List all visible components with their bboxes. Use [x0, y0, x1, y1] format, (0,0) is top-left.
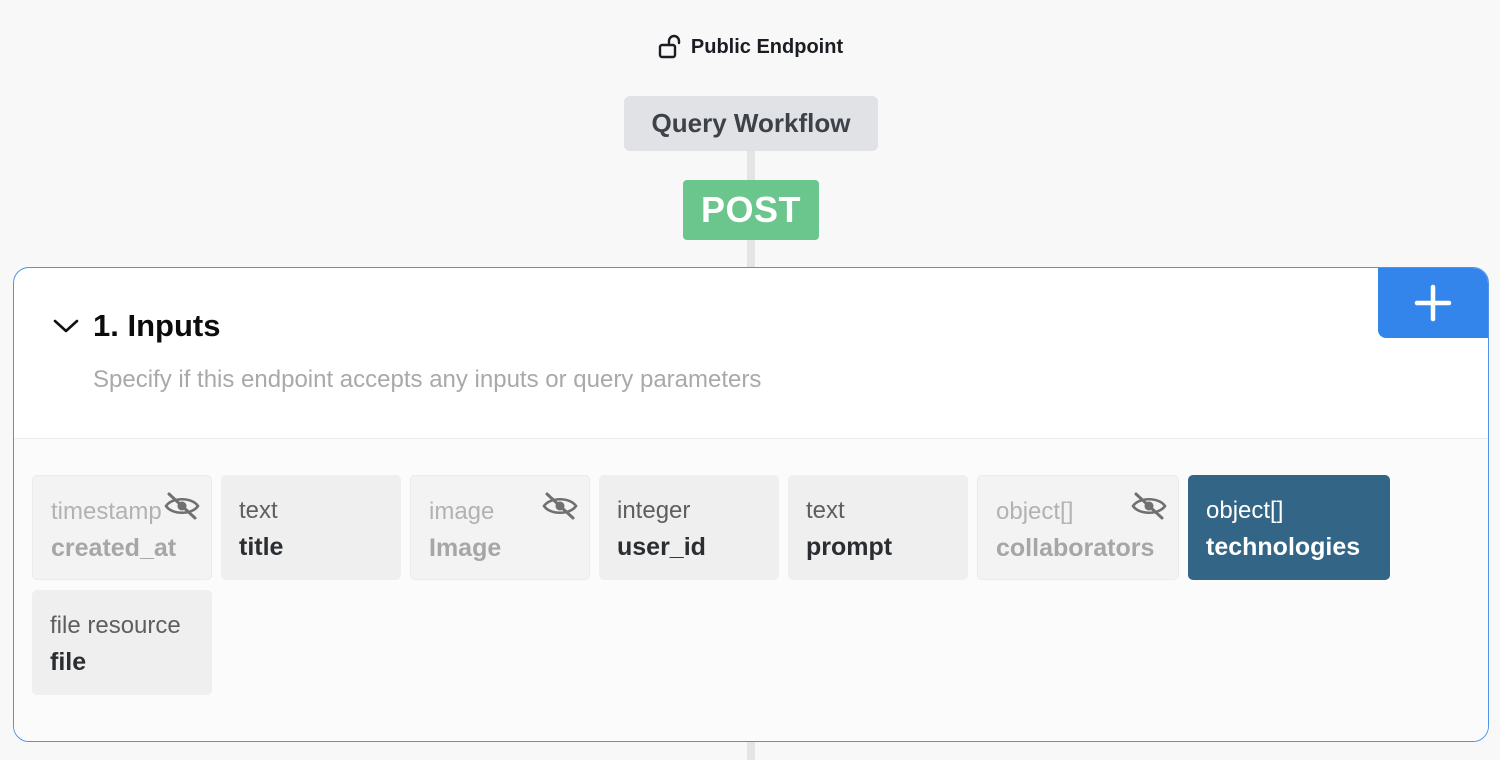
workflow-canvas: Public Endpoint Query Workflow POST 1. I…	[0, 0, 1500, 760]
inputs-section-description: Specify if this endpoint accepts any inp…	[93, 366, 762, 393]
input-field-user_id[interactable]: integer user_id	[599, 475, 779, 580]
field-name-label: technologies	[1206, 533, 1361, 561]
input-field-collaborators[interactable]: object[] collaborators	[977, 475, 1179, 580]
input-field-technologies[interactable]: object[] technologies	[1188, 475, 1390, 580]
field-name-label: created_at	[51, 534, 177, 562]
input-fields-row-1: timestamp created_at text title image Im…	[32, 475, 1488, 580]
field-name-label: file	[50, 648, 87, 676]
input-fields-list: timestamp created_at text title image Im…	[14, 439, 1488, 741]
input-field-file[interactable]: file resource file	[32, 590, 212, 695]
input-field-title[interactable]: text title	[221, 475, 401, 580]
field-type-label: object[]	[1206, 497, 1284, 524]
inputs-section-title: 1. Inputs	[93, 308, 221, 343]
input-field-prompt[interactable]: text prompt	[788, 475, 968, 580]
eye-slash-icon[interactable]	[1130, 490, 1168, 522]
field-type-label: text	[239, 497, 278, 524]
input-fields-row-2: file resource file	[32, 590, 1488, 695]
eye-slash-icon[interactable]	[163, 490, 201, 522]
field-name-label: prompt	[806, 533, 893, 561]
field-type-label: text	[806, 497, 845, 524]
http-method-badge[interactable]: POST	[683, 180, 819, 240]
chevron-down-icon[interactable]	[52, 312, 80, 340]
connector-line-bottom	[747, 740, 755, 760]
field-name-label: collaborators	[996, 534, 1155, 562]
workflow-title-node[interactable]: Query Workflow	[624, 96, 878, 151]
inputs-panel: 1. Inputs Specify if this endpoint accep…	[13, 267, 1489, 742]
input-field-created_at[interactable]: timestamp created_at	[32, 475, 212, 580]
eye-slash-icon[interactable]	[541, 490, 579, 522]
inputs-panel-header: 1. Inputs Specify if this endpoint accep…	[14, 268, 1488, 439]
field-name-label: title	[239, 533, 284, 561]
field-type-label: integer	[617, 497, 691, 524]
field-type-label: file resource	[50, 612, 181, 639]
unlock-icon	[657, 34, 683, 60]
input-field-image[interactable]: image Image	[410, 475, 590, 580]
field-name-label: Image	[429, 534, 502, 562]
field-name-label: user_id	[617, 533, 706, 561]
endpoint-access-text: Public Endpoint	[690, 35, 844, 58]
endpoint-access-label: Public Endpoint	[0, 34, 1500, 60]
